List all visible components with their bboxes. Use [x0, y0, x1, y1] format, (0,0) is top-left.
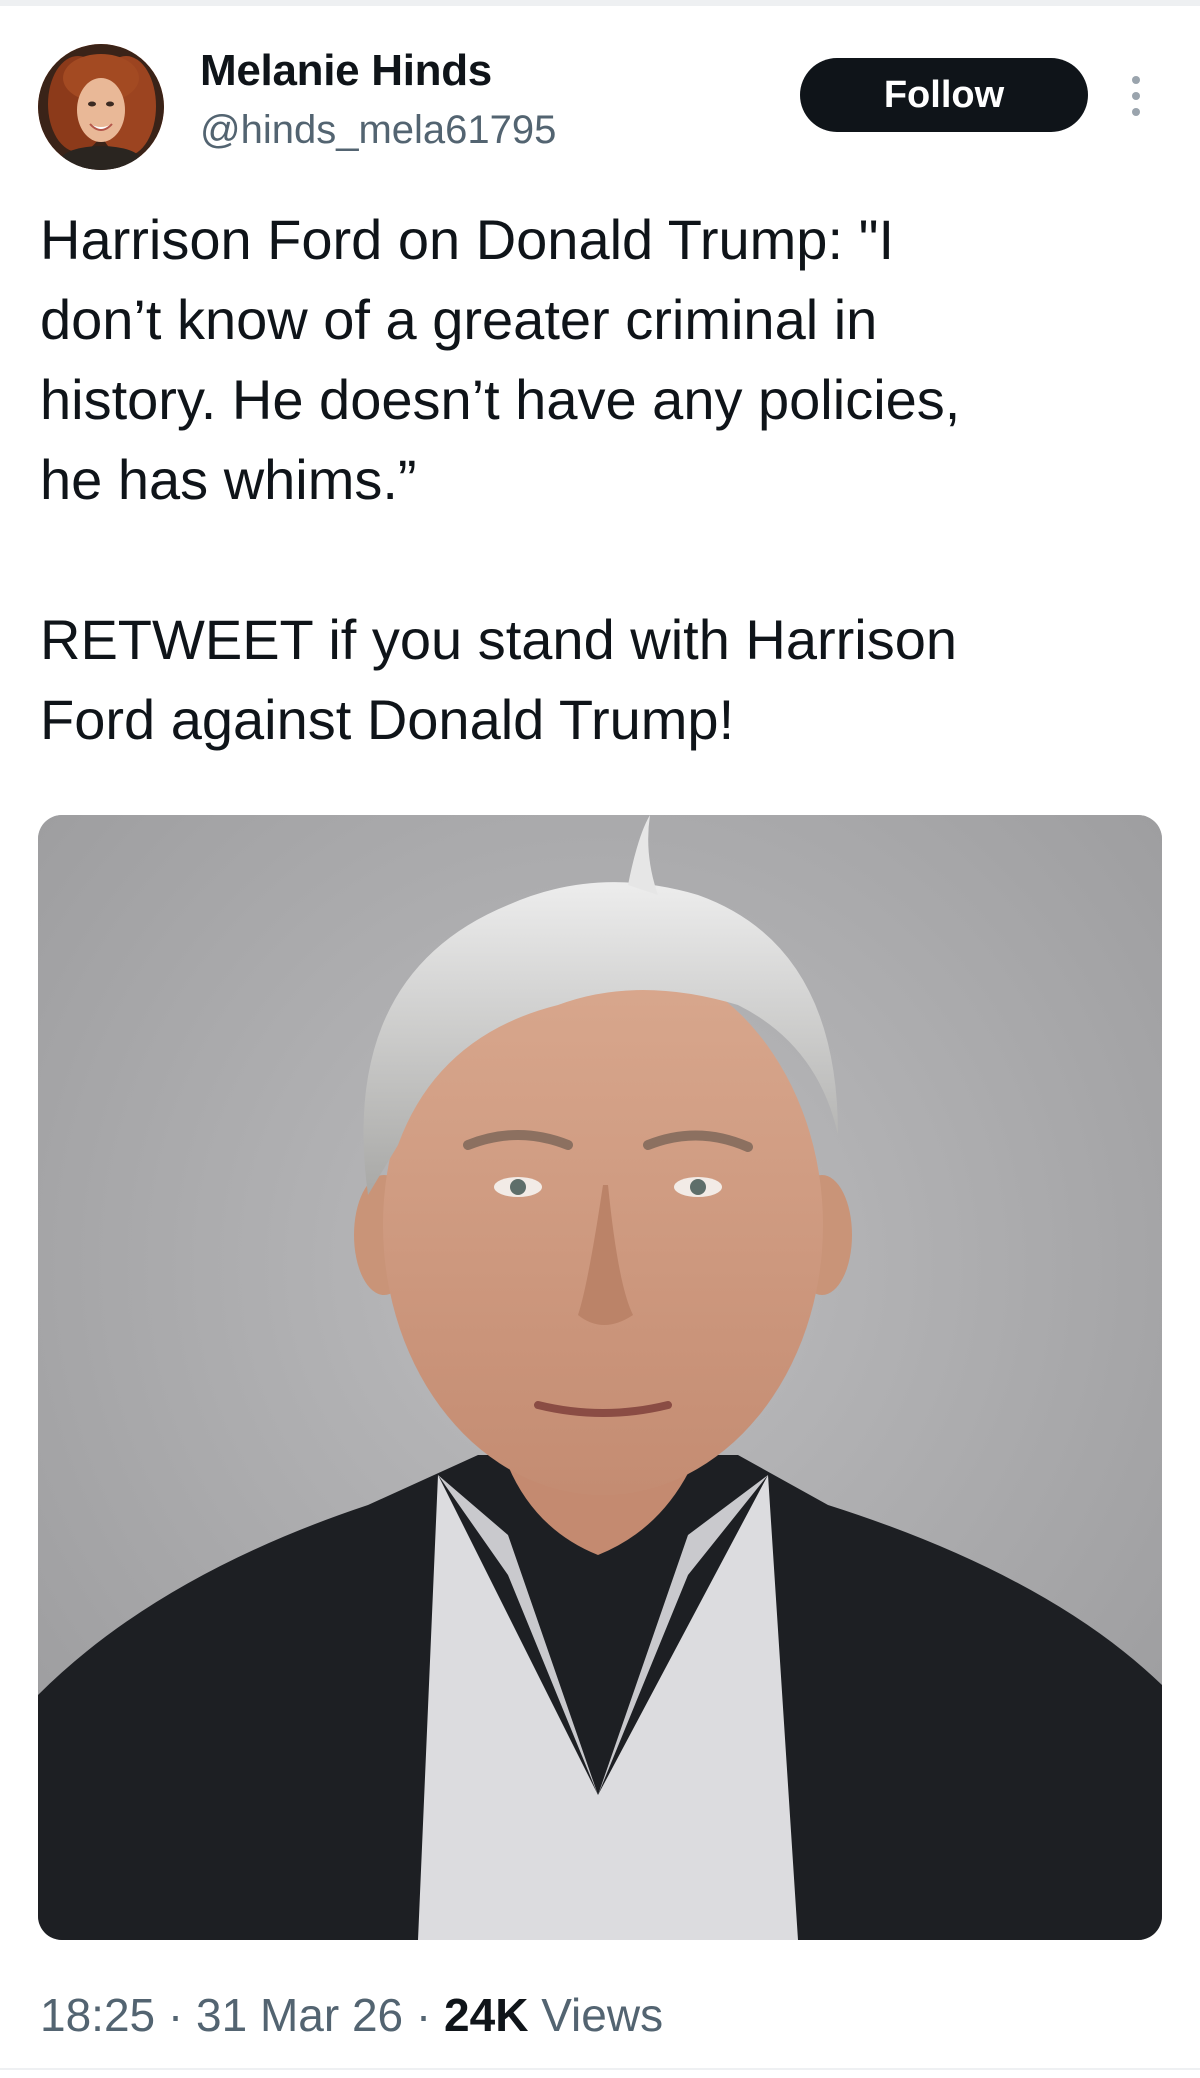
- tweet-card: Melanie Hinds @hinds_mela61795 Follow Ha…: [0, 0, 1200, 2078]
- dot: [1132, 76, 1140, 84]
- avatar[interactable]: [38, 44, 164, 170]
- meta-separator: ·: [403, 1989, 445, 2041]
- views-count[interactable]: 24K: [444, 1989, 528, 2041]
- meta-separator: ·: [155, 1989, 197, 2041]
- tweet-time[interactable]: 18:25: [40, 1989, 155, 2041]
- tweet-text: Harrison Ford on Donald Trump: "I don’t …: [40, 200, 1140, 760]
- tweet-meta: 18:25 · 31 Mar 26 · 24K Views: [40, 1988, 663, 2042]
- tweet-date[interactable]: 31 Mar 26: [196, 1989, 403, 2041]
- tweet-paragraph-call-to-action: RETWEET if you stand with Harrison Ford …: [40, 608, 958, 751]
- more-dots-vertical-icon[interactable]: [1122, 66, 1150, 126]
- bottom-divider: [0, 2068, 1200, 2070]
- dot: [1132, 108, 1140, 116]
- author-handle[interactable]: @hinds_mela61795: [200, 108, 556, 153]
- dot: [1132, 92, 1140, 100]
- follow-button[interactable]: Follow: [800, 58, 1088, 132]
- views-label[interactable]: Views: [541, 1989, 663, 2041]
- author-name[interactable]: Melanie Hinds: [200, 46, 492, 96]
- tweet-photo[interactable]: [38, 815, 1162, 1940]
- tweet-paragraph-quote: Harrison Ford on Donald Trump: "I don’t …: [40, 208, 961, 511]
